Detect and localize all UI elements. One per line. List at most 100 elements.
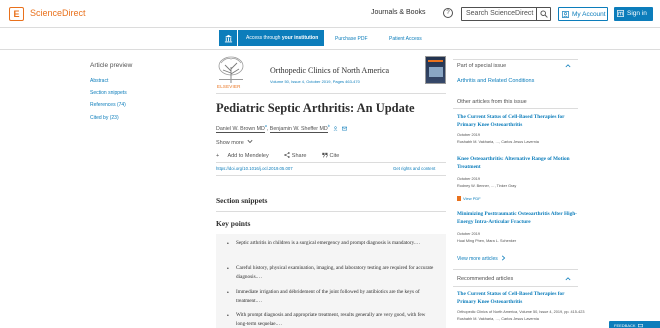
other-article-date: October 2019	[457, 133, 481, 137]
access-through-institution-button[interactable]: Access through your institution	[238, 30, 324, 46]
feedback-label: FEEDBACK	[614, 323, 636, 328]
email-icon[interactable]	[341, 126, 347, 131]
other-article-authors: Rushabh M. Vakharia, …, Carlos Jesus Lav…	[457, 140, 539, 144]
plus-icon: +	[216, 153, 220, 159]
cover-stripe	[428, 60, 443, 62]
author-affiliation-sup[interactable]: b	[328, 124, 330, 128]
special-issue-link[interactable]: Arthritis and Related Conditions	[457, 78, 534, 84]
other-article-date: October 2019	[457, 232, 481, 236]
author-link[interactable]: Benjamin W. Sheffer MD	[269, 125, 328, 133]
author-link[interactable]: Daniel W. Brown MD	[216, 125, 265, 133]
get-rights-link[interactable]: Get rights and content	[393, 166, 435, 171]
nav-abstract[interactable]: Abstract	[90, 78, 108, 84]
show-more-button[interactable]: Show more	[216, 139, 253, 146]
chevron-up-icon[interactable]	[565, 63, 571, 69]
sign-in-button[interactable]: Sign in	[614, 7, 653, 21]
share-label: Share	[291, 153, 307, 159]
bullet-icon: •	[227, 290, 229, 296]
key-point-item: With prompt diagnosis and appropriate tr…	[236, 312, 426, 327]
patient-access-link[interactable]: Patient Access	[389, 36, 422, 42]
cite-label: Cite	[329, 153, 340, 159]
share-button[interactable]: Share	[284, 152, 313, 159]
divider	[453, 269, 578, 270]
add-to-mendeley-button[interactable]: + Add to Mendeley	[216, 153, 276, 159]
recommended-article-meta: Orthopedic Clinics of North America, Vol…	[457, 310, 585, 314]
bank-icon	[224, 34, 232, 42]
elsevier-tree-logo-icon[interactable]	[216, 55, 246, 83]
special-issue-heading: Part of special issue	[457, 63, 507, 69]
quote-icon	[322, 152, 328, 158]
help-icon[interactable]: ?	[443, 8, 453, 18]
chevron-down-icon	[247, 139, 253, 144]
key-point-item: Immediate irrigation and débridement of …	[236, 289, 420, 304]
section-snippets-heading: Section snippets	[216, 196, 268, 205]
chevron-up-icon[interactable]	[565, 276, 571, 282]
divider	[216, 211, 446, 212]
article-preview-heading: Article preview	[90, 62, 133, 69]
key-point-item: Septic arthritis in children is a surgic…	[236, 240, 421, 246]
nav-cited-by[interactable]: Cited by (23)	[90, 115, 119, 121]
divider	[216, 162, 446, 163]
bullet-icon: •	[227, 313, 229, 319]
elsevier-wordmark: ELSEVIER	[217, 84, 241, 89]
article-actions: + Add to Mendeley Share Cite	[216, 152, 353, 159]
institution-access-icon[interactable]	[219, 30, 237, 46]
institution-icon	[617, 10, 624, 17]
nav-section-snippets[interactable]: Section snippets	[90, 90, 127, 96]
article-title: Pediatric Septic Arthritis: An Update	[216, 101, 415, 115]
brand-name[interactable]: ScienceDirect	[30, 8, 86, 18]
article-toolbar: Access through your institution Purchase…	[0, 28, 660, 50]
cite-button[interactable]: Cite	[322, 152, 346, 159]
add-to-mendeley-label: Add to Mendeley	[227, 153, 269, 159]
chevron-right-icon	[502, 255, 506, 261]
other-article-date: October 2019	[457, 177, 481, 181]
other-articles-heading: Other articles from this issue	[457, 99, 527, 105]
nav-references[interactable]: References (74)	[90, 102, 126, 108]
my-account-button[interactable]: My Account	[558, 7, 608, 21]
search-box[interactable]: Search ScienceDirect	[461, 7, 551, 21]
divider	[453, 59, 578, 60]
view-pdf-link[interactable]: View PDF	[457, 196, 481, 201]
author-separator: ,	[266, 125, 269, 132]
person-icon	[562, 11, 569, 18]
key-point-item: Careful history, physical examination, i…	[236, 265, 434, 280]
recommended-article-authors: Rushabh M. Vakharia, …, Carlos Jesus Lav…	[457, 317, 539, 321]
view-pdf-label: View PDF	[463, 196, 481, 201]
purchase-pdf-link[interactable]: Purchase PDF	[335, 36, 368, 42]
other-article-authors: Huai Ming Phen, Mara L. Schenker	[457, 239, 517, 243]
journal-cover-image[interactable]	[425, 56, 446, 84]
view-more-articles-link[interactable]: View more articles	[457, 255, 506, 262]
pdf-icon	[457, 196, 461, 201]
cover-photo	[429, 67, 443, 77]
sciencedirect-logo-icon[interactable]: E	[9, 7, 24, 21]
journal-title-link[interactable]: Orthopedic Clinics of North America	[270, 66, 389, 75]
my-account-label: My Account	[572, 11, 606, 18]
other-article-title-link[interactable]: Minimizing Posttraumatic Osteoarthritis …	[457, 210, 577, 226]
top-header: E ScienceDirect Journals & Books ? Searc…	[0, 0, 660, 28]
search-button[interactable]	[536, 8, 550, 20]
journals-books-link[interactable]: Journals & Books	[371, 9, 425, 16]
recommended-articles-heading: Recommended articles	[457, 276, 514, 282]
key-points-heading: Key points	[216, 219, 251, 228]
bullet-icon: •	[227, 266, 229, 272]
recommended-article-title-link[interactable]: The Current Status of Cell-Based Therapi…	[457, 290, 577, 306]
feedback-button[interactable]: FEEDBACK	[609, 321, 660, 328]
journal-issue-link[interactable]: Volume 50, Issue 4, October 2019, Pages …	[270, 79, 360, 84]
search-icon	[540, 10, 548, 18]
search-input[interactable]: Search ScienceDirect	[466, 10, 533, 17]
divider	[453, 286, 578, 287]
show-more-label: Show more	[216, 140, 244, 146]
person-icon[interactable]	[333, 126, 338, 131]
doi-link[interactable]: https://doi.org/10.1016/j.ocl.2019.05.00…	[216, 166, 293, 171]
chat-bubble-icon	[637, 323, 643, 327]
other-article-title-link[interactable]: The Current Status of Cell-Based Therapi…	[457, 113, 577, 129]
divider	[216, 175, 446, 176]
share-icon	[284, 152, 290, 158]
author-list: Daniel W. Brown MDa, Benjamin W. Sheffer…	[216, 124, 347, 133]
bullet-icon: •	[227, 241, 229, 247]
divider	[453, 108, 578, 109]
sign-in-label: Sign in	[627, 10, 647, 17]
other-article-title-link[interactable]: Knee Osteoarthritis: Alternative Range o…	[457, 155, 577, 171]
other-article-authors: Rodney W. Benner, …, Tinker Gray	[457, 184, 517, 188]
view-more-label: View more articles	[457, 256, 498, 262]
